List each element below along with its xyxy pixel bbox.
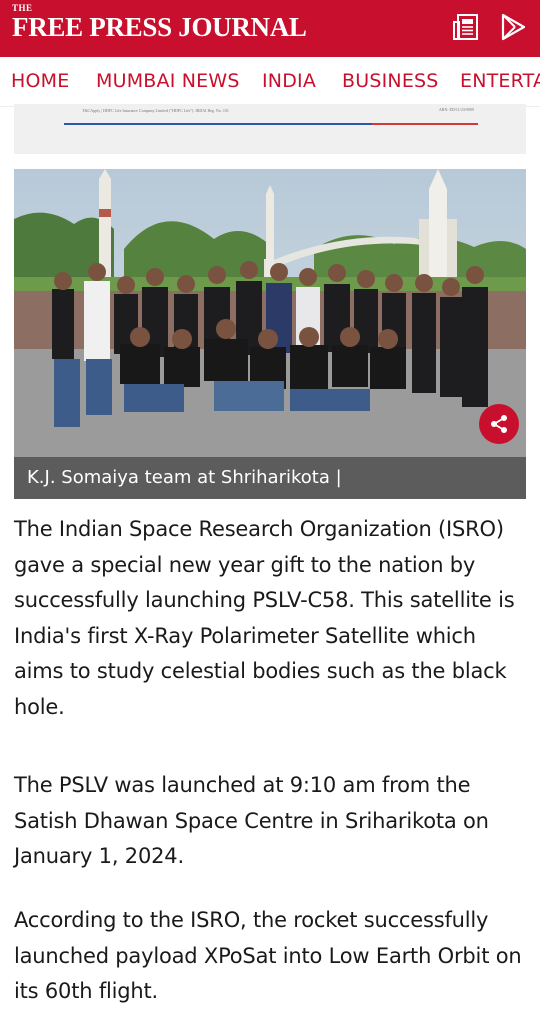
nav-item-mumbai-news[interactable]: MUMBAI NEWS bbox=[96, 70, 240, 92]
article-paragraph: The PSLV was launched at 9:10 am from th… bbox=[14, 773, 489, 869]
ad-disclaimer: T&CApply | HDFC Life Insurance Company L… bbox=[82, 108, 229, 113]
epaper-icon[interactable] bbox=[452, 12, 482, 42]
article-paragraph: The Indian Space Research Organization (… bbox=[14, 517, 515, 719]
nav-item-entertainment[interactable]: ENTERTA bbox=[460, 70, 540, 92]
logo-name: FREE PRESS JOURNAL bbox=[12, 12, 307, 42]
article-photo[interactable] bbox=[14, 169, 526, 457]
site-logo[interactable]: THE FREE PRESS JOURNAL bbox=[12, 4, 307, 41]
top-header: THE FREE PRESS JOURNAL bbox=[0, 0, 540, 57]
share-button[interactable] bbox=[479, 404, 519, 444]
ad-divider-red bbox=[372, 123, 478, 125]
image-caption: K.J. Somaiya team at Shriharikota | bbox=[14, 457, 526, 499]
nav-item-india[interactable]: INDIA bbox=[262, 70, 316, 92]
nav-item-home[interactable]: HOME bbox=[11, 70, 69, 92]
section-nav: HOME MUMBAI NEWS INDIA BUSINESS ENTERTA bbox=[0, 57, 540, 107]
ad-divider-blue bbox=[64, 123, 372, 125]
ad-arn: ARN: ED/11/23/9909 bbox=[438, 107, 474, 112]
article-paragraph: According to the ISRO, the rocket succes… bbox=[14, 908, 522, 1004]
play-store-icon[interactable] bbox=[498, 12, 528, 42]
advertisement[interactable]: T&CApply | HDFC Life Insurance Company L… bbox=[14, 104, 526, 154]
nav-item-business[interactable]: BUSINESS bbox=[342, 70, 439, 92]
share-icon bbox=[491, 415, 507, 433]
team-photo-illustration bbox=[14, 169, 526, 457]
header-icons bbox=[452, 12, 528, 42]
